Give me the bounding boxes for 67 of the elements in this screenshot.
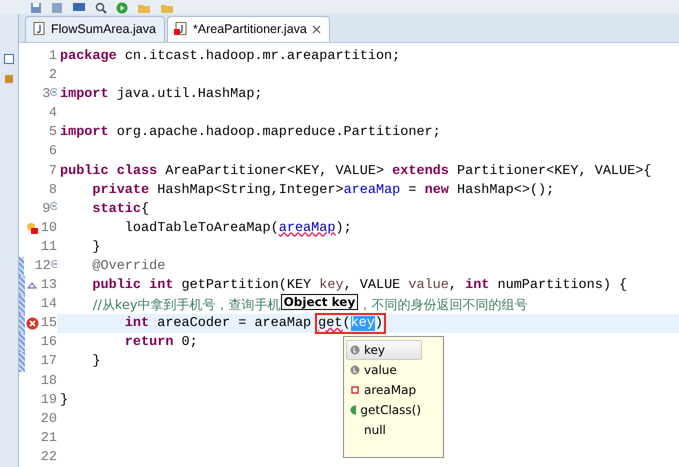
fold-icon[interactable] — [50, 260, 57, 268]
field-icon — [350, 385, 360, 396]
code-text: private HashMap<String,Integer>areaMap = new HashMap<>(); — [91, 182, 554, 198]
completion-item[interactable]: value — [346, 360, 422, 380]
code-text: import java.util.HashMap; — [60, 87, 263, 102]
java-file-error-icon — [174, 22, 188, 36]
selected-text: key — [350, 316, 375, 332]
code-text: public class AreaPartitioner<KEY, VALUE> extends Partitioner<KEY, VALUE>{ — [60, 164, 652, 179]
line-number: 5 — [48, 125, 57, 140]
line-number: 11 — [40, 240, 57, 255]
code-text: public int getPartition(KEY key, VALUE value, int numPartitions) { — [91, 278, 628, 294]
local-variable-icon — [350, 345, 360, 356]
error-icon — [26, 317, 38, 330]
line-number: 10 — [40, 220, 57, 236]
line-number: 6 — [48, 144, 57, 160]
line-number: 3 — [41, 87, 50, 102]
line-number: 14 — [40, 297, 57, 312]
line-number: 12 — [34, 259, 51, 274]
close-icon[interactable] — [312, 24, 321, 34]
completion-item[interactable]: key — [346, 340, 422, 360]
completion-item[interactable]: areaMap — [346, 380, 422, 400]
java-file-icon — [32, 22, 46, 36]
line-number: 19 — [40, 392, 57, 408]
window-icon[interactable] — [4, 54, 14, 64]
code-text: import org.apache.hadoop.mapreduce.Partitioner; — [60, 125, 441, 140]
line-number: 17 — [40, 354, 57, 370]
line-number: 4 — [48, 106, 57, 122]
code-text: @Override — [91, 259, 166, 274]
code-text: ( — [342, 316, 351, 332]
play-icon[interactable] — [116, 2, 128, 14]
code-text: get — [318, 316, 342, 332]
code-text: return 0; — [124, 335, 198, 350]
fold-icon[interactable] — [50, 202, 57, 210]
code-text: ) — [374, 316, 383, 332]
line-number: 1 — [48, 48, 57, 64]
line-number: 9 — [41, 202, 50, 217]
line-number: 16 — [40, 335, 57, 350]
line-number: 21 — [40, 430, 57, 446]
override-triangle-icon — [27, 282, 37, 290]
line-number: 15 — [40, 316, 57, 332]
line-number: 7 — [48, 164, 57, 179]
warning-error-icon — [26, 222, 38, 235]
line-number: 8 — [48, 182, 57, 198]
tooltip: Object key — [280, 294, 358, 310]
line-number: 13 — [40, 278, 57, 294]
editor-tab[interactable]: FlowSumArea.java — [25, 16, 165, 42]
search-icon[interactable] — [95, 2, 107, 14]
line-number: 22 — [40, 450, 57, 465]
editor-tab[interactable]: *AreaPartitioner.java — [166, 16, 330, 42]
code-text: loadTableToAreaMap(areaMap); — [124, 220, 352, 236]
completion-item[interactable]: null — [346, 420, 422, 440]
code-text: } — [91, 354, 101, 370]
code-text: static{ — [91, 202, 150, 217]
code-text: //从key中拿到手机号，查询手机 — [92, 296, 281, 314]
fold-icon[interactable] — [50, 88, 57, 96]
code-text: } — [91, 240, 101, 255]
completion-item[interactable]: getClass() — [346, 400, 422, 420]
local-variable-icon — [350, 365, 360, 376]
line-number: 2 — [48, 68, 57, 84]
line-number: 18 — [40, 374, 57, 389]
code-text: ，不同的身份返回不同的组号 — [358, 296, 528, 314]
code-text: } — [60, 392, 68, 408]
method-icon — [350, 405, 356, 416]
save-icon[interactable] — [30, 2, 42, 14]
line-number: 20 — [40, 412, 57, 427]
code-text: package cn.itcast.hadoop.mr.areapartition; — [60, 48, 400, 64]
code-text: int areaCoder = areaMap — [124, 316, 312, 332]
